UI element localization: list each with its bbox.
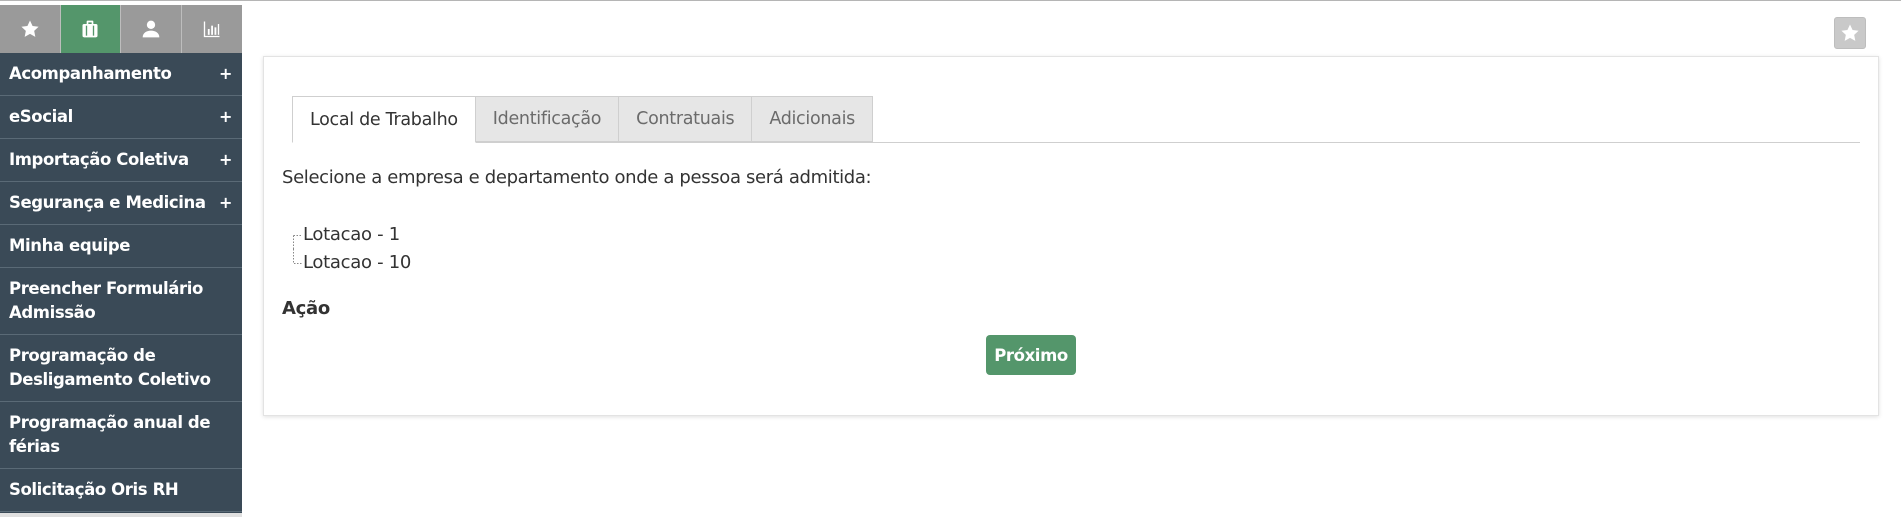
favorite-button[interactable] xyxy=(1834,17,1866,49)
tree-connector xyxy=(293,249,302,264)
sidebar-tab-reports[interactable] xyxy=(181,5,242,53)
sidebar-item-label: Acompanhamento xyxy=(9,64,172,83)
expand-icon: + xyxy=(218,107,232,126)
sidebar-item-seguranca-medicina[interactable]: Segurança e Medicina + xyxy=(0,182,242,225)
tree-connector xyxy=(293,235,302,249)
star-icon xyxy=(21,20,39,37)
sidebar-item-label: eSocial xyxy=(9,107,73,126)
expand-icon: + xyxy=(218,193,232,212)
instruction-text: Selecione a empresa e departamento onde … xyxy=(282,167,872,188)
action-label: Ação xyxy=(282,298,330,319)
star-icon xyxy=(1841,24,1859,41)
department-tree: Lotacao - 1 Lotacao - 10 xyxy=(292,221,411,277)
admission-panel: Local de Trabalho Identificação Contratu… xyxy=(263,56,1879,416)
sidebar-menu: Acompanhamento + eSocial + Importação Cole… xyxy=(0,53,242,512)
step-tabs: Local de Trabalho Identificação Contratu… xyxy=(292,96,1860,143)
bar-chart-icon xyxy=(203,21,220,38)
tree-node[interactable]: Lotacao - 10 xyxy=(292,249,411,277)
sidebar-item-solicitacao-oris[interactable]: Solicitação Oris RH xyxy=(0,469,242,512)
sidebar-tab-favorites[interactable] xyxy=(0,5,61,53)
sidebar-tab-profile[interactable] xyxy=(121,5,182,53)
sidebar-item-importacao-coletiva[interactable]: Importação Coletiva + xyxy=(0,139,242,182)
sidebar-item-label: Importação Coletiva xyxy=(9,150,189,169)
tree-node-label: Lotacao - 1 xyxy=(303,224,400,245)
sidebar-item-desligamento-coletivo[interactable]: Programação de Desligamento Coletivo xyxy=(0,335,242,402)
next-button[interactable]: Próximo xyxy=(986,335,1076,375)
sidebar-item-label: Programação de Desligamento Coletivo xyxy=(9,346,211,389)
sidebar-item-label: Segurança e Medicina xyxy=(9,193,206,212)
tab-adicionais[interactable]: Adicionais xyxy=(751,96,873,142)
briefcase-icon xyxy=(82,20,98,38)
tab-local-de-trabalho[interactable]: Local de Trabalho xyxy=(292,96,476,143)
sidebar-item-formulario-admissao[interactable]: Preencher Formulário Admissão xyxy=(0,268,242,335)
expand-icon: + xyxy=(218,64,232,83)
top-border xyxy=(0,0,1901,5)
sidebar-item-label: Preencher Formulário Admissão xyxy=(9,279,203,322)
sidebar-tab-work[interactable] xyxy=(60,5,121,53)
sidebar-item-acompanhamento[interactable]: Acompanhamento + xyxy=(0,53,242,96)
sidebar-item-label: Minha equipe xyxy=(9,236,131,255)
tab-contratuais[interactable]: Contratuais xyxy=(618,96,753,142)
sidebar: Acompanhamento + eSocial + Importação Cole… xyxy=(0,5,242,517)
expand-icon: + xyxy=(218,150,232,169)
sidebar-item-esocial[interactable]: eSocial + xyxy=(0,96,242,139)
sidebar-item-ferias[interactable]: Programação anual de férias xyxy=(0,402,242,469)
user-icon xyxy=(142,20,160,38)
sidebar-item-label: Solicitação Oris RH xyxy=(9,480,179,499)
sidebar-item-label: Programação anual de férias xyxy=(9,413,211,456)
tree-node-label: Lotacao - 10 xyxy=(303,252,411,273)
sidebar-tabs xyxy=(0,5,242,53)
tab-identificacao[interactable]: Identificação xyxy=(474,96,620,142)
sidebar-item-minha-equipe[interactable]: Minha equipe xyxy=(0,225,242,268)
sidebar-scroll-edge xyxy=(0,513,242,517)
tree-node[interactable]: Lotacao - 1 xyxy=(292,221,411,249)
